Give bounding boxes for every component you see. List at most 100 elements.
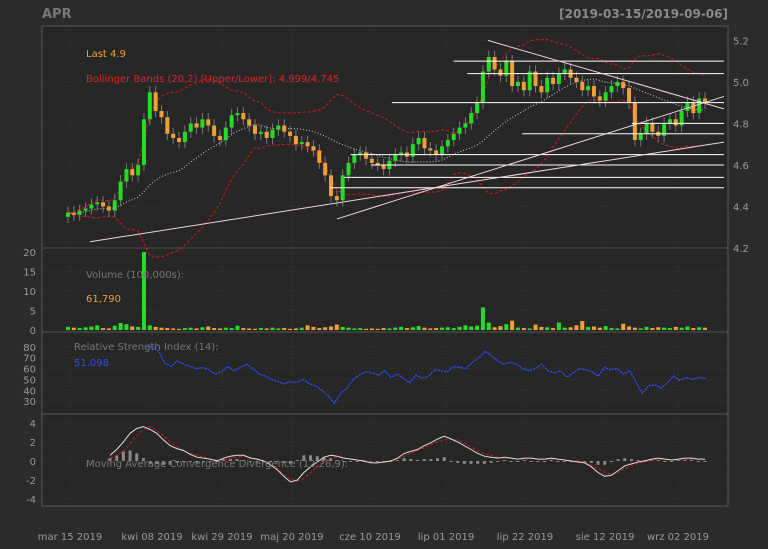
volume-bar	[463, 325, 468, 330]
volume-bar	[574, 325, 579, 330]
candle-body	[486, 56, 491, 72]
volume-bar	[410, 327, 415, 330]
candle-body	[457, 127, 462, 134]
volume-bar	[545, 327, 550, 330]
macd-histogram-bar	[589, 461, 593, 463]
candle-body	[580, 81, 585, 91]
rsi-label: Relative Strength Index (14):	[74, 342, 219, 353]
volume-bar	[697, 327, 702, 330]
candle-body	[153, 92, 158, 111]
x-tick-label: maj 20 2019	[260, 532, 323, 543]
stock-chart: APR [2019-03-15/2019-09-06] 4.2 4.4 4.6 4.8…	[23, 7, 749, 543]
candle-body	[101, 202, 106, 207]
volume-bar	[551, 328, 556, 330]
volume-bar	[282, 328, 287, 330]
volume-bar	[258, 328, 263, 330]
candle-body	[165, 117, 170, 134]
y-tick-label: 5.0	[733, 78, 749, 89]
candle-body	[352, 154, 357, 163]
volume-bar	[679, 327, 684, 330]
x-tick-label: lip 01 2019	[418, 532, 474, 543]
candle-body	[229, 115, 234, 128]
candle-body	[691, 102, 696, 114]
candle-body	[288, 131, 293, 136]
candle-body	[480, 71, 485, 103]
macd-histogram-bar	[543, 461, 547, 462]
candle-body	[539, 86, 544, 93]
candle-body	[71, 212, 76, 215]
volume-bar	[352, 328, 357, 330]
candle-body	[293, 135, 298, 145]
y-tick-label: 40	[23, 386, 36, 397]
volume-bar	[492, 327, 497, 330]
y-tick-label: 0	[30, 457, 36, 468]
macd-histogram-bar	[670, 461, 674, 462]
y-tick-label: 30	[23, 397, 36, 408]
candle-body	[586, 86, 591, 91]
volume-bar	[480, 307, 485, 330]
candle-body	[177, 137, 182, 143]
candle-body	[697, 98, 702, 114]
candle-body	[428, 148, 433, 151]
y-tick-label: 10	[23, 287, 36, 298]
candle-body	[346, 162, 351, 176]
volume-bar	[556, 322, 561, 330]
macd-histogram-bar	[395, 460, 399, 462]
volume-bar	[118, 322, 123, 330]
volume-bar	[591, 326, 596, 330]
candle-body	[334, 196, 339, 201]
y-tick-label: 4.2	[733, 244, 749, 255]
candle-body	[258, 131, 263, 134]
macd-histogram-bar	[596, 461, 600, 465]
volume-bar	[504, 324, 509, 330]
volume-bar	[66, 326, 70, 330]
y-tick-label: 4.6	[733, 161, 749, 172]
volume-bar	[638, 328, 643, 330]
volume-bar	[568, 327, 573, 330]
candle-body	[276, 125, 281, 130]
volume-bar	[165, 328, 170, 330]
macd-label: Moving Average Convergence Divergence (1…	[86, 459, 348, 470]
volume-bar	[580, 321, 585, 330]
volume-bar	[586, 326, 591, 330]
volume-bar	[369, 328, 374, 330]
candle-body	[434, 150, 439, 155]
candle-body	[440, 146, 445, 155]
y-tick-label: 15	[23, 268, 36, 279]
volume-bar	[77, 328, 82, 330]
volume-bar	[691, 328, 696, 330]
macd-histogram-bar	[529, 461, 533, 462]
candle-body	[206, 119, 211, 126]
volume-bar	[340, 326, 345, 330]
macd-histogram-bar	[449, 461, 453, 462]
macd-histogram-bar	[489, 461, 493, 463]
x-tick-label: kwi 29 2019	[191, 532, 252, 543]
chart-window: APR [2019-03-15/2019-09-06] 4.2 4.4 4.6 4.8…	[0, 0, 768, 549]
candle-body	[492, 56, 497, 70]
candle-body	[200, 119, 205, 128]
volume-bar	[515, 327, 520, 330]
volume-bar	[656, 327, 661, 330]
volume-bar	[650, 328, 655, 330]
volume-bar	[130, 326, 135, 330]
volume-bar	[253, 328, 258, 330]
chart-symbol: APR	[42, 7, 72, 22]
macd-histogram-bar	[516, 461, 520, 462]
volume-bar	[101, 328, 106, 330]
volume-bar	[194, 328, 199, 330]
macd-histogram-bar	[703, 461, 707, 462]
volume-bar	[685, 326, 690, 330]
volume-bar	[469, 326, 474, 330]
candle-body	[515, 81, 520, 87]
x-tick-label: mar 15 2019	[38, 532, 103, 543]
volume-bar	[311, 326, 316, 330]
macd-histogram-bar	[422, 459, 426, 461]
candle-body	[574, 77, 579, 82]
volume-bar	[89, 326, 94, 330]
candle-body	[136, 164, 141, 176]
candle-body	[328, 175, 333, 197]
volume-bar	[124, 324, 129, 330]
volume-label: Volume (100,000s):	[86, 270, 184, 281]
volume-bar	[317, 328, 322, 330]
volume-bar	[451, 328, 456, 330]
